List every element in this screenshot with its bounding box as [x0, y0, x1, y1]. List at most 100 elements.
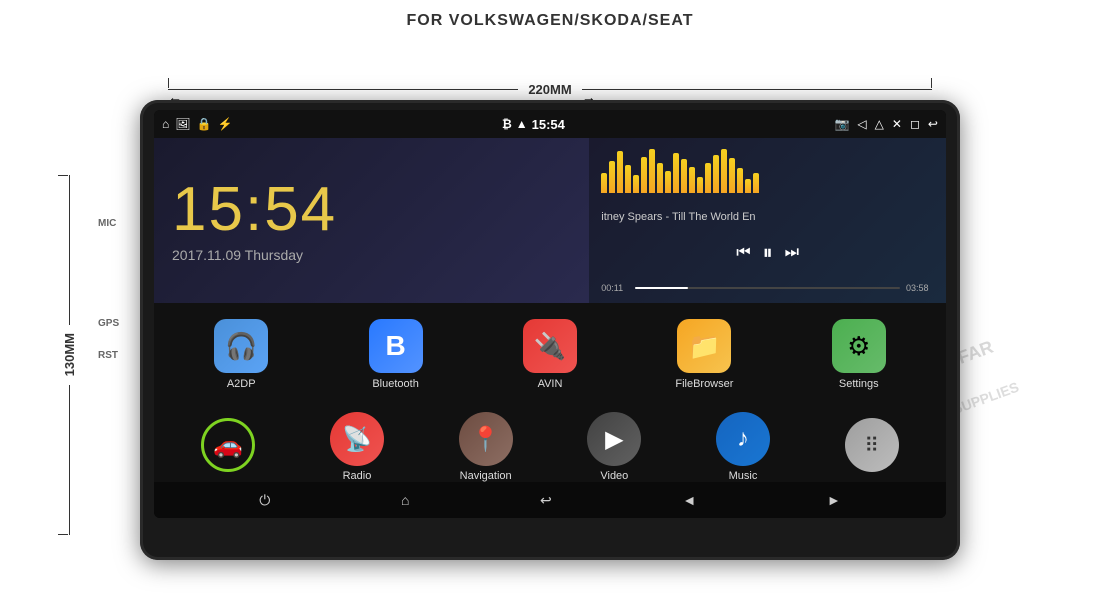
- nav-bar: ⏻ ⌂ ↩ ◄ ►: [154, 482, 946, 518]
- device-screen: ⌂ 🖼 🔒 ⚡ ₿ ▲ 15:54 📷 ◁ △ ✕ ◻ ↩: [154, 110, 946, 518]
- prev-button[interactable]: ⏮: [736, 244, 750, 262]
- eq-bar: [617, 151, 623, 193]
- dim-width-label: 220MM: [518, 82, 581, 97]
- eq-bar: [705, 163, 711, 193]
- radio-icon: 📡: [330, 412, 384, 466]
- avin-icon: 🔌: [523, 319, 577, 373]
- music-title: itney Spears - Till The World En: [601, 211, 934, 223]
- status-time: 15:54: [532, 117, 565, 132]
- car-icon: 🚗: [201, 418, 255, 472]
- status-bar: ⌂ 🖼 🔒 ⚡ ₿ ▲ 15:54 📷 ◁ △ ✕ ◻ ↩: [154, 110, 946, 138]
- more-icon: ⠿: [845, 418, 899, 472]
- app-filebrowser[interactable]: 📁 FileBrowser: [627, 311, 781, 394]
- bluetooth-icon: ₿: [502, 117, 512, 131]
- app-video[interactable]: ▶ Video: [550, 406, 679, 486]
- power-button[interactable]: ⏻: [259, 492, 270, 509]
- status-center: ₿ ▲ 15:54: [502, 117, 565, 132]
- camera-icon: 📷: [834, 117, 849, 131]
- music-widget: itney Spears - Till The World En ⏮ ⏸ ⏭ 0…: [589, 138, 946, 303]
- app-grid: 🎧 A2DP B Bluetooth 🔌 AVIN 📁 FileBrowser …: [154, 303, 946, 402]
- time-total: 03:58: [906, 283, 934, 293]
- progress-fill: [635, 287, 688, 289]
- clock-time: 15:54: [172, 179, 571, 241]
- dimension-height: 130MM: [62, 175, 77, 535]
- eq-bar: [697, 177, 703, 193]
- app-more[interactable]: ⠿: [807, 406, 936, 486]
- app-music[interactable]: ♪ Music: [679, 406, 808, 486]
- watermark2: SUPPLIES: [950, 379, 1021, 418]
- app-bluetooth[interactable]: B Bluetooth: [318, 311, 472, 394]
- music-controls[interactable]: ⏮ ⏸ ⏭: [601, 242, 934, 265]
- video-icon: ▶: [587, 412, 641, 466]
- home-button[interactable]: ⌂: [401, 492, 409, 508]
- clock-widget: 15:54 2017.11.09 Thursday: [154, 138, 589, 303]
- eq-bar: [721, 149, 727, 193]
- home-icon: ⌂: [162, 117, 169, 131]
- vol-down-button[interactable]: ◄: [682, 492, 696, 508]
- device-shell: ⌂ 🖼 🔒 ⚡ ₿ ▲ 15:54 📷 ◁ △ ✕ ◻ ↩: [140, 100, 960, 560]
- screen-content: 15:54 2017.11.09 Thursday: [154, 138, 946, 482]
- avin-label: AVIN: [538, 378, 563, 390]
- eq-bar: [665, 171, 671, 193]
- nav-label: Navigation: [460, 470, 512, 482]
- bluetooth-label: Bluetooth: [372, 378, 418, 390]
- eq-bar: [633, 175, 639, 193]
- dim-height-label: 130MM: [62, 325, 77, 384]
- music-label: Music: [729, 470, 758, 482]
- video-label: Video: [600, 470, 628, 482]
- label-mic: MIC: [98, 218, 116, 229]
- lock-icon: 🔒: [196, 117, 211, 131]
- settings-label: Settings: [839, 378, 879, 390]
- app-navigation[interactable]: 📍 Navigation: [421, 406, 550, 486]
- progress-bar[interactable]: [635, 287, 900, 289]
- label-rst: RST: [98, 350, 118, 361]
- app-settings[interactable]: ⚙ Settings: [782, 311, 936, 394]
- nav-icon: 📍: [459, 412, 513, 466]
- eq-bar: [713, 155, 719, 193]
- back-button[interactable]: ↩: [540, 492, 552, 509]
- a2dp-label: A2DP: [227, 378, 256, 390]
- app-avin[interactable]: 🔌 AVIN: [473, 311, 627, 394]
- play-button[interactable]: ⏸: [763, 242, 773, 265]
- next-button[interactable]: ⏭: [785, 244, 799, 262]
- eq-bar: [625, 165, 631, 193]
- close-icon: ✕: [892, 117, 902, 131]
- dim-line-v-bottom: [69, 385, 70, 535]
- app-a2dp[interactable]: 🎧 A2DP: [164, 311, 318, 394]
- music-icon: ♪: [716, 412, 770, 466]
- back-icon: ↩: [928, 117, 938, 131]
- vol-up-button[interactable]: ►: [827, 492, 841, 508]
- filebrowser-label: FileBrowser: [675, 378, 733, 390]
- eq-bar: [753, 173, 759, 193]
- eq-bar: [737, 168, 743, 193]
- page-title: FOR VOLKSWAGEN/SKODA/SEAT: [0, 0, 1100, 36]
- radio-label: Radio: [343, 470, 372, 482]
- eq-bar: [641, 157, 647, 193]
- time-current: 00:11: [601, 283, 629, 293]
- eq-bar: [649, 149, 655, 193]
- dim-line-v-top: [69, 175, 70, 325]
- app-radio[interactable]: 📡 Radio: [293, 406, 422, 486]
- dimension-width: 220MM: [168, 82, 932, 97]
- usb-icon: ⚡: [217, 117, 232, 131]
- android-icon: ◻: [910, 117, 920, 131]
- dim-arrow-right: [582, 89, 932, 90]
- widget-row: 15:54 2017.11.09 Thursday: [154, 138, 946, 303]
- clock-date: 2017.11.09 Thursday: [172, 247, 571, 263]
- app-car[interactable]: 🚗: [164, 406, 293, 486]
- volume-icon: ◁: [857, 117, 866, 131]
- dim-arrow-left: [168, 89, 518, 90]
- label-gps: GPS: [98, 318, 119, 329]
- eq-bar: [609, 161, 615, 193]
- eq-bar: [601, 173, 607, 193]
- eject-icon: △: [875, 117, 884, 131]
- wifi-icon: ▲: [516, 117, 528, 131]
- progress-row: 00:11 03:58: [601, 283, 934, 293]
- eq-bar: [673, 153, 679, 193]
- settings-icon: ⚙: [832, 319, 886, 373]
- filebrowser-icon: 📁: [677, 319, 731, 373]
- a2dp-icon: 🎧: [214, 319, 268, 373]
- eq-bar: [689, 167, 695, 193]
- eq-bar: [729, 158, 735, 193]
- bluetooth-app-icon: B: [369, 319, 423, 373]
